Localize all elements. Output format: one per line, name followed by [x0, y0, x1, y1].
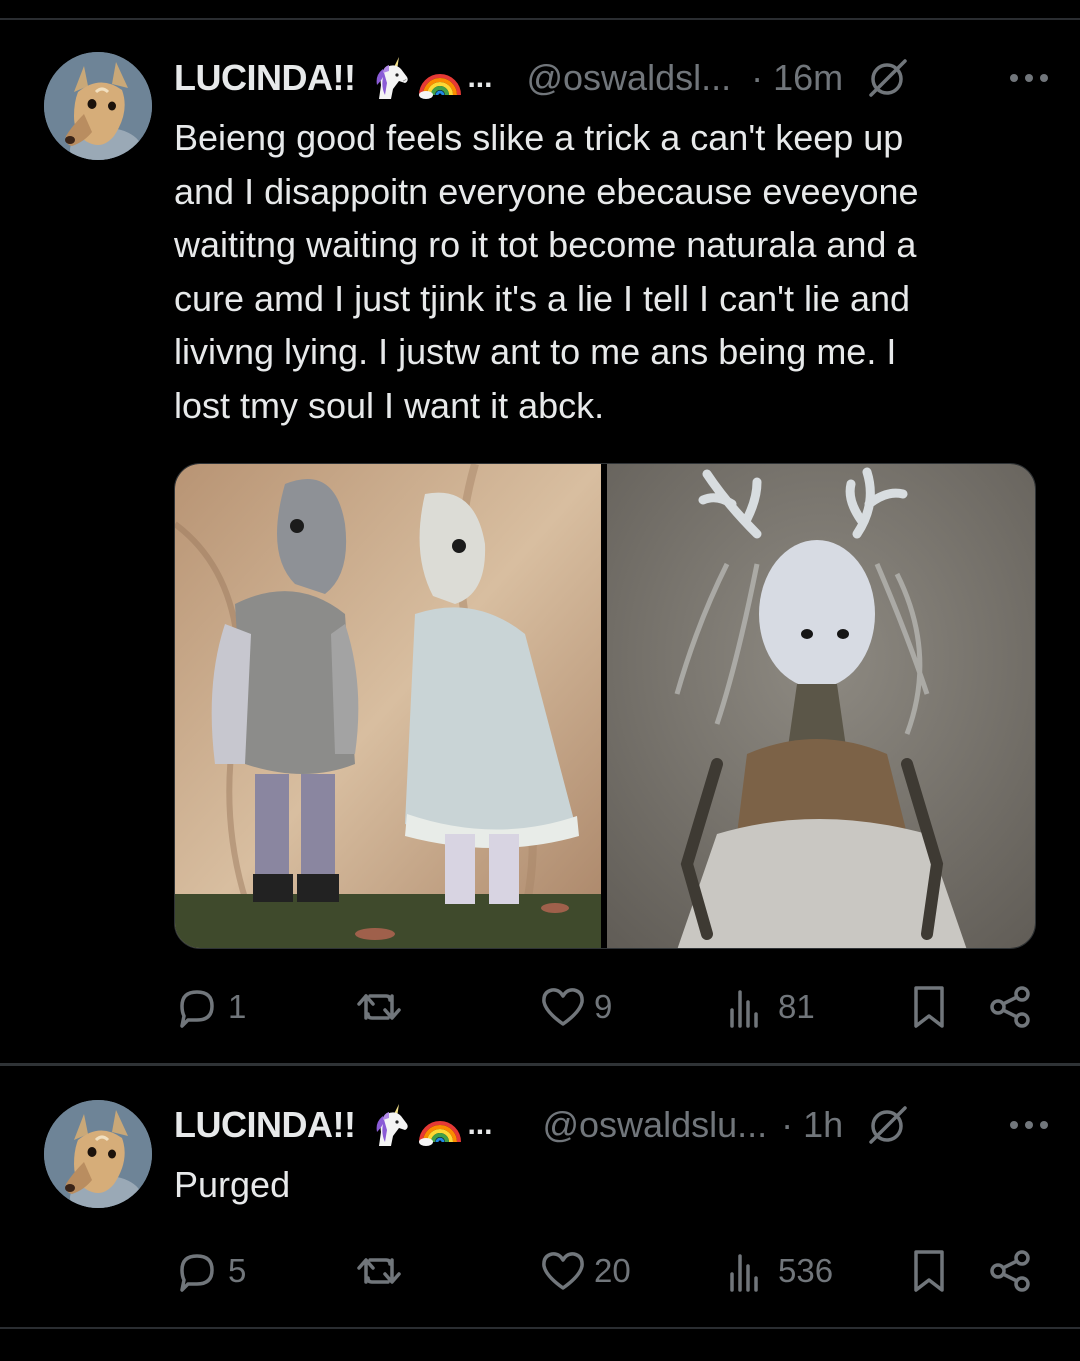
views-count: 81	[778, 988, 815, 1025]
reply-icon	[180, 1254, 214, 1292]
like-count: 9	[594, 988, 613, 1025]
action-bar: 5 20 536	[174, 1246, 1036, 1296]
views-icon	[730, 990, 758, 1028]
user-handle[interactable]: @oswaldslu...	[542, 1104, 767, 1146]
bottom-divider	[0, 1327, 1080, 1329]
like-count: 20	[594, 1252, 631, 1289]
post-text: Purged	[174, 1164, 291, 1205]
unicorn-emoji-icon	[377, 1104, 409, 1146]
reply-button[interactable]: 1	[174, 982, 246, 1032]
post-1[interactable]: LUCINDA!! ... @oswaldsl... · 16m Beieng …	[0, 0, 1080, 1063]
reply-count: 1	[228, 988, 247, 1025]
like-button[interactable]: 20	[540, 1246, 631, 1296]
share-icon	[990, 1250, 1030, 1292]
share-button[interactable]	[988, 1246, 1034, 1296]
post-media[interactable]	[174, 463, 1036, 949]
post-header: LUCINDA!! ... @oswaldsl... · 16m	[174, 53, 1050, 103]
repost-button[interactable]	[356, 982, 410, 1032]
post-header: LUCINDA!! ... @oswaldslu... · 1h	[174, 1100, 1050, 1150]
name-emojis	[369, 1102, 463, 1148]
views-count: 536	[778, 1252, 834, 1289]
antlered-doll-photo-icon	[607, 464, 1035, 948]
action-bar: 1 9 81	[174, 982, 1036, 1032]
rainbow-emoji-icon	[419, 74, 462, 99]
repost-icon	[357, 994, 401, 1020]
reply-button[interactable]: 5	[174, 1246, 246, 1296]
avatar[interactable]	[44, 1100, 152, 1208]
fawn-avatar-icon	[44, 52, 152, 160]
grok-icon[interactable]	[865, 1102, 911, 1148]
views-button[interactable]: 81	[724, 982, 815, 1032]
bookmark-icon	[914, 986, 944, 1028]
post-timestamp[interactable]: · 16m	[751, 57, 843, 99]
name-ellipsis: ...	[467, 1108, 493, 1141]
repost-button[interactable]	[356, 1246, 410, 1296]
fawn-avatar-icon	[44, 1100, 152, 1208]
like-icon	[542, 988, 584, 1026]
media-image-1[interactable]	[175, 464, 601, 948]
unicorn-emoji-icon	[377, 57, 409, 99]
like-icon	[542, 1252, 584, 1290]
post-text: Beieng good feels slike a trick a can't …	[174, 117, 919, 426]
bookmark-icon	[914, 1250, 944, 1292]
reply-icon	[180, 990, 214, 1028]
repost-icon	[357, 1258, 401, 1284]
avatar[interactable]	[44, 52, 152, 160]
like-button[interactable]: 9	[540, 982, 612, 1032]
reply-count: 5	[228, 1252, 247, 1289]
bookmark-button[interactable]	[906, 982, 952, 1032]
more-icon[interactable]	[1008, 1115, 1050, 1135]
horse-dolls-photo-icon	[175, 464, 601, 948]
views-icon	[730, 1254, 758, 1292]
share-icon	[990, 986, 1030, 1028]
bookmark-button[interactable]	[906, 1246, 952, 1296]
name-emojis	[369, 55, 463, 101]
rainbow-emoji-icon	[419, 1121, 462, 1146]
more-icon[interactable]	[1008, 68, 1050, 88]
user-handle[interactable]: @oswaldsl...	[526, 57, 731, 99]
post-2[interactable]: LUCINDA!! ... @oswaldslu... · 1h Purged …	[0, 1066, 1080, 1327]
display-name[interactable]: LUCINDA!!	[174, 1104, 356, 1146]
media-image-2[interactable]	[607, 464, 1035, 948]
share-button[interactable]	[988, 982, 1034, 1032]
post-timestamp[interactable]: · 1h	[781, 1104, 843, 1146]
views-button[interactable]: 536	[724, 1246, 833, 1296]
grok-icon[interactable]	[865, 55, 911, 101]
display-name[interactable]: LUCINDA!!	[174, 57, 356, 99]
name-ellipsis: ...	[467, 61, 493, 94]
